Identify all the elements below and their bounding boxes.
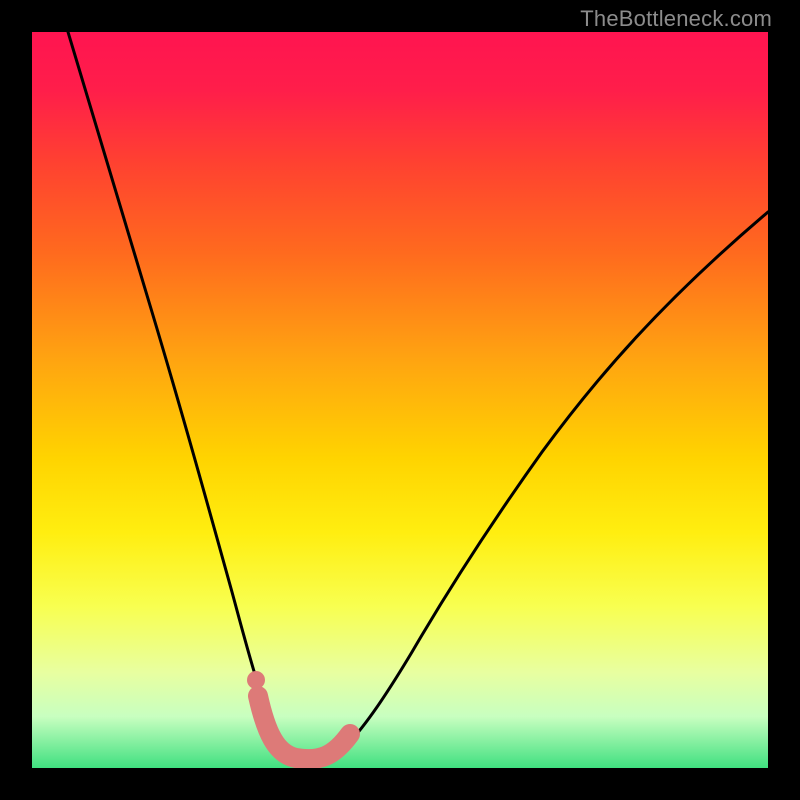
chart-frame: TheBottleneck.com (0, 0, 800, 800)
bottleneck-curve (68, 32, 768, 760)
optimal-region-marker (258, 696, 350, 759)
plot-area (32, 32, 768, 768)
watermark-text: TheBottleneck.com (580, 6, 772, 32)
optimal-region-dot (247, 671, 265, 689)
curve-svg (32, 32, 768, 768)
